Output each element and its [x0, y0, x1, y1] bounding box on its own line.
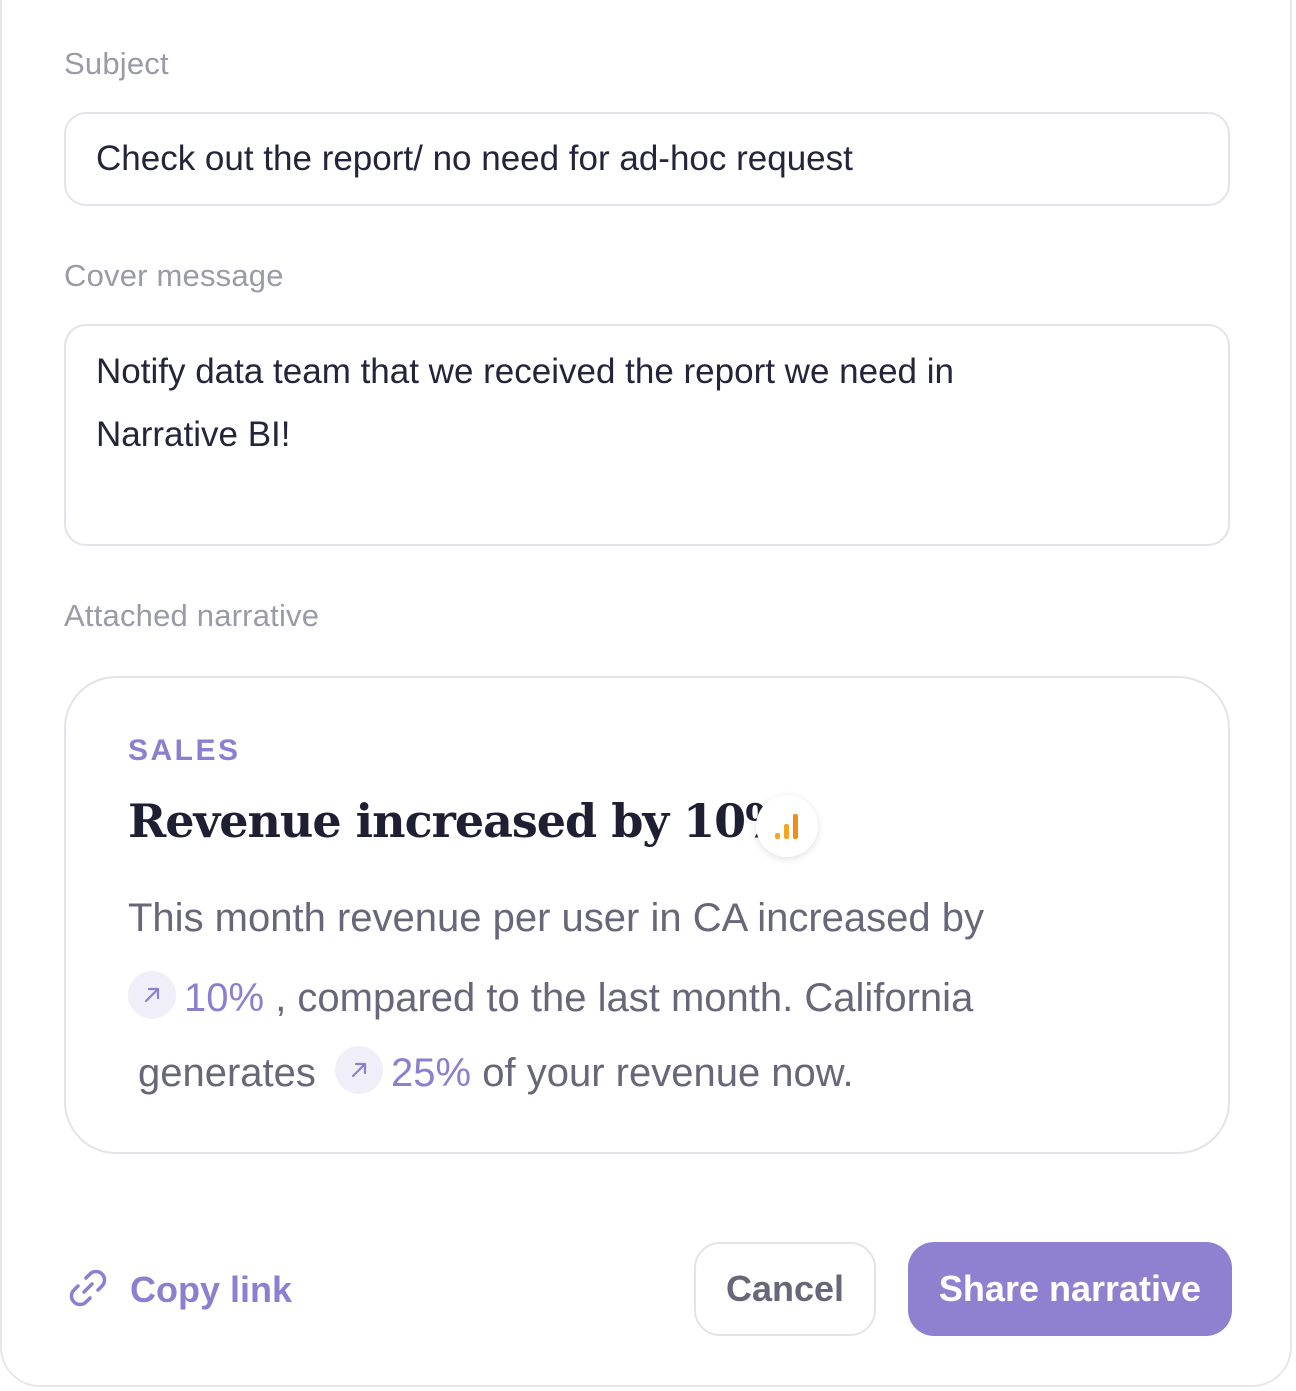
subject-input[interactable]: Check out the report/ no need for ad-hoc… — [64, 112, 1230, 206]
narrative-body-line: generates 25% of your revenue now. — [138, 1046, 1198, 1096]
bar-chart-icon — [756, 795, 818, 857]
percent-value: 25% — [391, 1051, 472, 1095]
narrative-headline: Revenue increased by 10% — [128, 794, 789, 848]
cover-message-line: Notify data team that we received the re… — [96, 352, 954, 391]
cover-message-line: Narrative BI! — [96, 415, 291, 454]
copy-link-button[interactable]: Copy link — [66, 1262, 292, 1318]
narrative-body-text: , compared to the last month. California — [275, 976, 974, 1020]
cover-message-textarea[interactable]: Notify data team that we received the re… — [64, 324, 1230, 546]
narrative-body-line: This month revenue per user in CA increa… — [128, 896, 984, 940]
narrative-category: SALES — [128, 734, 241, 767]
trend-up-icon — [128, 971, 176, 1019]
narrative-body-line: 10% , compared to the last month. Califo… — [128, 971, 1188, 1021]
narrative-body-text: of your revenue now. — [482, 1051, 854, 1095]
attached-narrative-label: Attached narrative — [64, 598, 320, 633]
copy-link-label: Copy link — [130, 1269, 293, 1310]
link-icon — [66, 1266, 110, 1315]
subject-label: Subject — [64, 46, 169, 81]
cancel-button[interactable]: Cancel — [694, 1242, 876, 1336]
percent-value: 10% — [184, 976, 265, 1020]
trend-up-icon — [335, 1046, 384, 1094]
narrative-body-text: generates — [138, 1051, 316, 1095]
narrative-card: SALES Revenue increased by 10% This mont… — [64, 676, 1230, 1154]
share-narrative-button[interactable]: Share narrative — [908, 1242, 1232, 1336]
cover-message-label: Cover message — [64, 258, 284, 293]
